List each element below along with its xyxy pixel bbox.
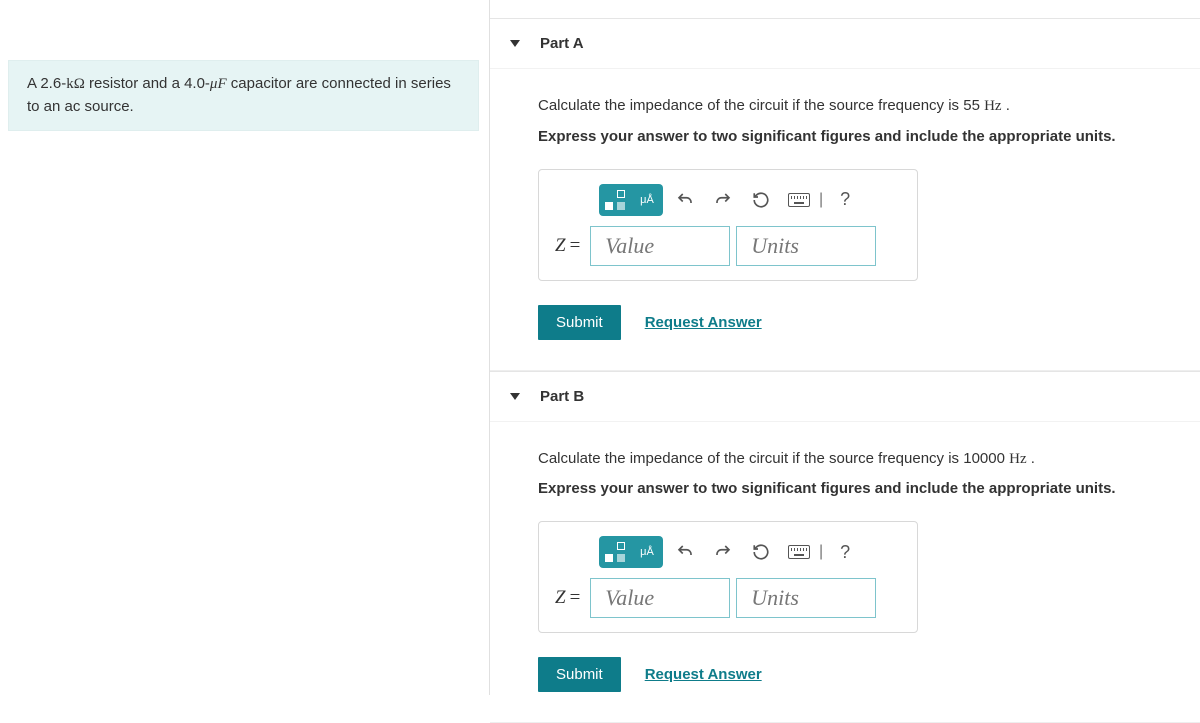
part-a-value-input[interactable]: Value xyxy=(590,226,730,266)
reset-icon[interactable] xyxy=(745,184,777,216)
templates-icon[interactable] xyxy=(599,536,631,568)
unit-microfarad: μF xyxy=(210,76,227,92)
problem-statement: A 2.6-kΩ resistor and a 4.0-μF capacitor… xyxy=(8,60,479,131)
redo-icon[interactable] xyxy=(707,184,739,216)
part-b-variable: Z= xyxy=(555,587,580,609)
redo-icon[interactable] xyxy=(707,536,739,568)
special-chars-icon[interactable]: μÅ xyxy=(631,536,663,568)
unit-kohm: kΩ xyxy=(66,76,85,92)
part-b-section: Part B Calculate the impedance of the ci… xyxy=(490,371,1200,723)
problem-text-1: A 2.6- xyxy=(27,75,66,92)
help-icon[interactable]: ? xyxy=(829,184,861,216)
part-b-value-input[interactable]: Value xyxy=(590,578,730,618)
part-b-header[interactable]: Part B xyxy=(490,372,1200,422)
part-a-section: Part A Calculate the impedance of the ci… xyxy=(490,18,1200,371)
problem-text-2: resistor and a 4.0- xyxy=(85,75,210,92)
part-a-header[interactable]: Part A xyxy=(490,19,1200,69)
special-chars-icon[interactable]: μÅ xyxy=(631,184,663,216)
part-a-variable: Z= xyxy=(555,235,580,257)
problem-sidebar: A 2.6-kΩ resistor and a 4.0-μF capacitor… xyxy=(0,0,490,695)
part-a-instruction: Express your answer to two significant f… xyxy=(538,128,1152,145)
part-a-units-input[interactable]: Units xyxy=(736,226,876,266)
part-a-question: Calculate the impedance of the circuit i… xyxy=(538,95,1152,118)
reset-icon[interactable] xyxy=(745,536,777,568)
part-b-instruction: Express your answer to two significant f… xyxy=(538,480,1152,497)
templates-icon[interactable] xyxy=(599,184,631,216)
divider: | xyxy=(819,191,823,209)
part-b-toolbar: μÅ | xyxy=(599,536,901,568)
undo-icon[interactable] xyxy=(669,536,701,568)
keyboard-icon[interactable] xyxy=(783,536,815,568)
part-a-submit-button[interactable]: Submit xyxy=(538,305,621,340)
chevron-down-icon xyxy=(510,40,520,47)
part-a-answer-panel: μÅ | xyxy=(538,169,918,281)
part-b-submit-button[interactable]: Submit xyxy=(538,657,621,692)
part-b-question: Calculate the impedance of the circuit i… xyxy=(538,448,1152,471)
part-b-title: Part B xyxy=(540,388,584,405)
divider: | xyxy=(819,543,823,561)
part-a-toolbar: μÅ | xyxy=(599,184,901,216)
part-b-units-input[interactable]: Units xyxy=(736,578,876,618)
answer-area: Part A Calculate the impedance of the ci… xyxy=(490,0,1200,695)
keyboard-icon[interactable] xyxy=(783,184,815,216)
part-b-answer-panel: μÅ | xyxy=(538,521,918,633)
chevron-down-icon xyxy=(510,393,520,400)
part-a-title: Part A xyxy=(540,35,584,52)
help-icon[interactable]: ? xyxy=(829,536,861,568)
undo-icon[interactable] xyxy=(669,184,701,216)
part-a-request-answer-link[interactable]: Request Answer xyxy=(645,314,762,331)
part-b-request-answer-link[interactable]: Request Answer xyxy=(645,666,762,683)
